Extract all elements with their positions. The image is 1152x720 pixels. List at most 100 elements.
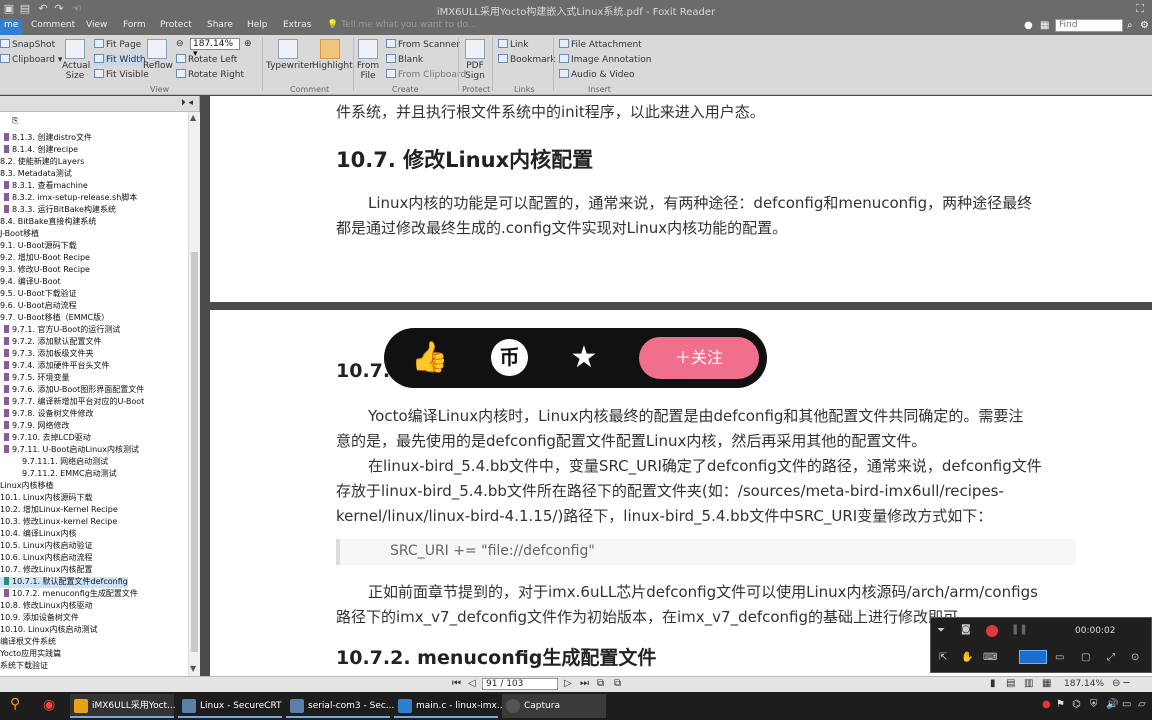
keyboard-icon[interactable]: ⌨ (983, 652, 997, 663)
bookmark-item[interactable]: 9.7.9. 网络修改 (0, 421, 69, 432)
first-page-icon[interactable]: ⏮ (452, 678, 461, 689)
bookmark-button[interactable]: Bookmark (498, 54, 556, 66)
bookmark-item[interactable]: 10.7.1. 默认配置文件defconfig (0, 577, 128, 588)
restore-window-icon[interactable]: ⛶ (1136, 2, 1144, 16)
bookmark-item[interactable]: 9.6. U-Boot启动流程 (0, 301, 77, 312)
bookmark-item[interactable]: 编译根文件系统 (0, 637, 56, 648)
file-attachment-button[interactable]: File Attachment (559, 39, 642, 51)
bookmark-item[interactable]: 8.4. BitBake直接构建系统 (0, 217, 96, 228)
bookmark-scrollbar[interactable]: ▲ ▼ (188, 112, 200, 676)
bookmark-item[interactable]: 9.7.4. 添加硬件平台头文件 (0, 361, 109, 372)
next-page-icon[interactable]: ▷ (564, 678, 572, 689)
battery-icon[interactable]: ▭ (1122, 699, 1131, 710)
clipboard-button[interactable]: Clipboard ▾ (0, 54, 62, 66)
tab-comment[interactable]: Comment (31, 20, 75, 30)
coin-icon[interactable]: 币 (491, 339, 528, 376)
taskbar-item-securecrt[interactable]: Linux - SecureCRT (178, 694, 282, 718)
bookmark-item[interactable]: 10.9. 添加设备树文件 (0, 613, 79, 624)
bookmark-item[interactable]: 9.7.8. 设备树文件修改 (0, 409, 93, 420)
from-clipboard-button[interactable]: From Clipboard (386, 69, 466, 81)
volume-icon[interactable]: 🔊 (1106, 699, 1118, 710)
bookmark-item[interactable]: 9.7.11.2. EMMC启动测试 (0, 469, 117, 480)
page-number-input[interactable]: 91 / 103 (482, 678, 558, 690)
cursor-icon[interactable]: ⇱ (939, 652, 947, 663)
link-button[interactable]: Link (498, 39, 528, 51)
bookmark-item[interactable]: 9.7.1. 官方U-Boot的运行测试 (0, 325, 120, 336)
thumbs-up-icon[interactable]: 👍 (410, 338, 450, 378)
bookmark-item[interactable]: 10.1. Linux内核源码下载 (0, 493, 92, 504)
image-annotation-button[interactable]: Image Annotation (559, 54, 651, 66)
bookmark-item[interactable]: 10.5. Linux内核启动验证 (0, 541, 92, 552)
tab-extras[interactable]: Extras (283, 20, 311, 30)
fit-visible-button[interactable]: Fit Visible (94, 69, 149, 81)
webcam-icon[interactable]: ⊙ (1131, 652, 1139, 663)
region-select-button[interactable] (1019, 650, 1047, 664)
menu-dropdown-icon[interactable]: ⏷ (937, 625, 945, 636)
tab-view[interactable]: View (86, 20, 107, 30)
bookmark-item[interactable]: 10.3. 修改Linux-kernel Recipe (0, 517, 117, 528)
previous-view-icon[interactable]: ⧉ (597, 678, 604, 689)
taskbar-item-vscode[interactable]: main.c - linux-imx... (394, 694, 505, 718)
previous-page-icon[interactable]: ◁ (468, 678, 476, 689)
zoom-select[interactable]: 187.14% ▾ (190, 38, 240, 59)
settings-gear-icon[interactable]: ⚙ (1140, 20, 1149, 31)
star-icon[interactable]: ★ (564, 338, 604, 378)
bookmark-item[interactable]: 8.2. 使能新建的Layers (0, 157, 84, 168)
pause-icon[interactable]: ❚❚ (1011, 624, 1028, 635)
shield-icon[interactable]: ⛨ (1090, 699, 1098, 710)
tab-help[interactable]: Help (247, 20, 268, 30)
bookmark-item[interactable]: 8.3. Metadata测试 (0, 169, 72, 180)
bookmark-item[interactable]: 9.3. 修改U-Boot Recipe (0, 265, 90, 276)
continuous-page-icon[interactable]: ▤ (1006, 678, 1015, 689)
fullscreen-icon[interactable]: ⤢ (1107, 652, 1115, 663)
follow-button[interactable]: ＋关注 (639, 337, 759, 379)
fit-width-button[interactable]: Fit Width (94, 54, 146, 66)
bookmark-item[interactable]: 系统下载验证 (0, 661, 48, 672)
bookmark-item[interactable]: 8.3.3. 运行BitBake构建系统 (0, 205, 116, 216)
bookmark-item[interactable]: 10.4. 编译Linux内核 (0, 529, 76, 540)
taskbar-item-captura[interactable]: Captura (502, 694, 606, 718)
bookmark-item[interactable]: 9.7. U-Boot移植（EMMC版） (0, 313, 109, 324)
scroll-up-icon[interactable]: ▲ (190, 113, 196, 122)
camera-icon[interactable]: ◙ (961, 624, 971, 635)
from-scanner-button[interactable]: From Scanner (386, 39, 460, 51)
continuous-facing-icon[interactable]: ▦ (1042, 678, 1051, 689)
single-page-icon[interactable]: ▮ (990, 678, 996, 689)
zoom-in-icon[interactable]: ⊕ (244, 39, 252, 50)
find-input[interactable]: Find (1055, 19, 1123, 32)
find-search-icon[interactable]: ⌕ (1127, 20, 1133, 31)
bookmark-item[interactable]: 9.7.3. 添加板级文件夹 (0, 349, 93, 360)
search-icon[interactable]: ⚲ (10, 696, 20, 712)
tell-me-search[interactable]: 💡 Tell me what you want to do... (327, 20, 477, 30)
window-icon[interactable]: ▢ (1081, 652, 1090, 663)
zoom-out-icon[interactable]: ⊖ ─ (1112, 678, 1130, 689)
rotate-left-button[interactable]: Rotate Left (176, 54, 237, 66)
tab-home[interactable]: me (0, 19, 23, 35)
actual-size-button[interactable]: Actual Size (62, 39, 90, 81)
bookmark-item[interactable]: 9.7.2. 添加默认配置文件 (0, 337, 101, 348)
bookmark-item[interactable]: 9.5. U-Boot下载验证 (0, 289, 77, 300)
bookmark-item[interactable]: 8.1.3. 创建distro文件 (0, 133, 92, 144)
recording-tray-icon[interactable]: ● (1042, 699, 1051, 710)
bookmark-item[interactable]: 8.3.2. imx-setup-release.sh脚本 (0, 193, 137, 204)
bookmark-item[interactable]: 9.7.5. 环境变量 (0, 373, 69, 384)
pdf-sign-button[interactable]: PDF Sign (462, 39, 488, 81)
bookmark-item[interactable]: 10.7.2. menuconfig生成配置文件 (0, 589, 138, 600)
bookmark-item[interactable]: 9.4. 编译U-Boot (0, 277, 61, 288)
from-file-button[interactable]: From File (356, 39, 380, 81)
reflow-button[interactable]: Reflow (143, 39, 173, 71)
bookmark-item[interactable]: 10.2. 增加Linux-Kernel Recipe (0, 505, 118, 516)
network-icon[interactable]: ⌬ (1072, 699, 1081, 710)
zoom-out-icon[interactable]: ⊖ (176, 39, 184, 50)
bookmark-item[interactable]: 8.3.1. 查看machine (0, 181, 88, 192)
taskbar-item-foxit[interactable]: iMX6ULL采用Yoct... (70, 694, 176, 718)
monitor-icon[interactable]: ▭ (1055, 652, 1064, 663)
bookmark-item[interactable]: 9.7.11. U-Boot启动Linux内核测试 (0, 445, 139, 456)
record-icon[interactable] (986, 625, 998, 637)
taskbar-item-serial[interactable]: serial-com3 - Sec... (286, 694, 394, 718)
highlight-button[interactable]: Highlight (312, 39, 353, 71)
bookmark-item[interactable]: Yocto应用实践篇 (0, 649, 61, 660)
snapshot-button[interactable]: SnapShot (0, 39, 55, 51)
chrome-icon[interactable]: ◉ (43, 697, 55, 713)
notification-icon[interactable]: ▱ (1138, 699, 1146, 710)
